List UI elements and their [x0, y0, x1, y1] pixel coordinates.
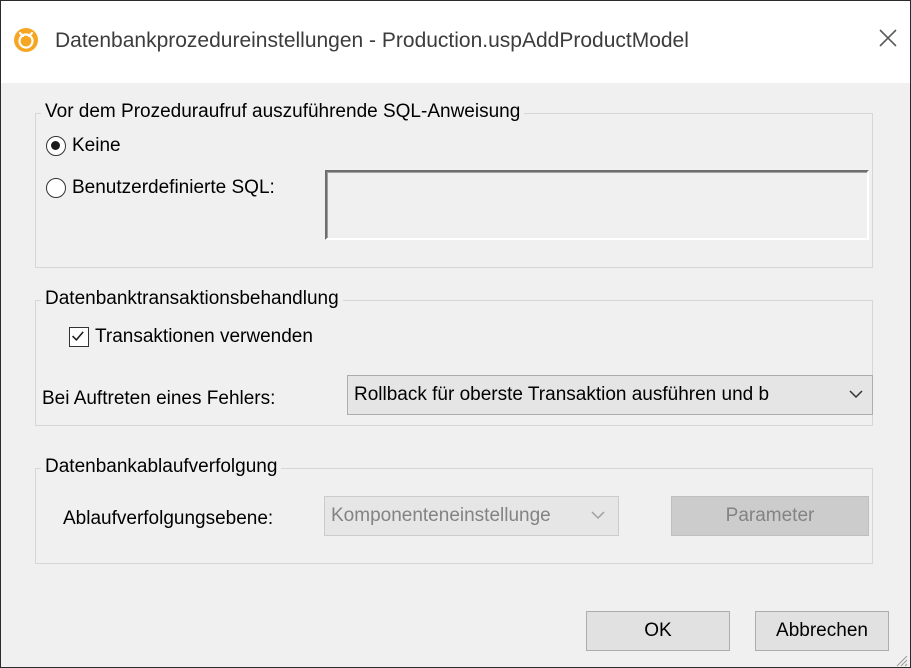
on-error-select-value: Rollback für oberste Transaktion ausführ…: [354, 384, 770, 405]
transactions-legend: Datenbanktransaktionsbehandlung: [41, 288, 343, 310]
app-icon: [14, 28, 38, 52]
tracing-level-label: Ablaufverfolgungsebene:: [63, 508, 274, 529]
parameter-button[interactable]: Parameter: [671, 496, 869, 536]
cancel-button[interactable]: Abbrechen: [755, 611, 889, 651]
checkmark-icon: [72, 331, 84, 342]
title-bar[interactable]: Datenbankprozedureinstellungen - Product…: [1, 1, 910, 83]
radio-custom-sql-label[interactable]: Benutzerdefinierte SQL:: [72, 177, 275, 199]
on-error-label: Bei Auftreten eines Fehlers:: [42, 388, 276, 409]
custom-sql-input[interactable]: [325, 170, 869, 240]
procedure-settings-dialog: Datenbankprozedureinstellungen - Product…: [0, 0, 911, 668]
window-title: Datenbankprozedureinstellungen - Product…: [55, 29, 689, 52]
radio-custom-sql[interactable]: [46, 178, 66, 198]
on-error-select[interactable]: Rollback für oberste Transaktion ausführ…: [347, 375, 873, 415]
close-icon[interactable]: [873, 23, 903, 53]
radio-none[interactable]: [46, 136, 66, 156]
chevron-down-icon: [591, 511, 605, 520]
resize-grip-icon[interactable]: [894, 653, 908, 667]
tracing-level-value: Komponenteneinstellunge: [331, 505, 551, 526]
use-transactions-label[interactable]: Transaktionen verwenden: [95, 326, 313, 348]
chevron-down-icon: [849, 390, 863, 399]
radio-none-label[interactable]: Keine: [72, 135, 121, 157]
tracing-legend: Datenbankablaufverfolgung: [41, 456, 282, 478]
radio-selected-dot: [51, 141, 60, 150]
ok-button[interactable]: OK: [586, 611, 730, 651]
use-transactions-checkbox[interactable]: [69, 327, 89, 347]
tracing-level-select[interactable]: Komponenteneinstellunge: [324, 496, 619, 536]
pre-sql-legend: Vor dem Prozeduraufruf auszuführende SQL…: [41, 101, 525, 123]
